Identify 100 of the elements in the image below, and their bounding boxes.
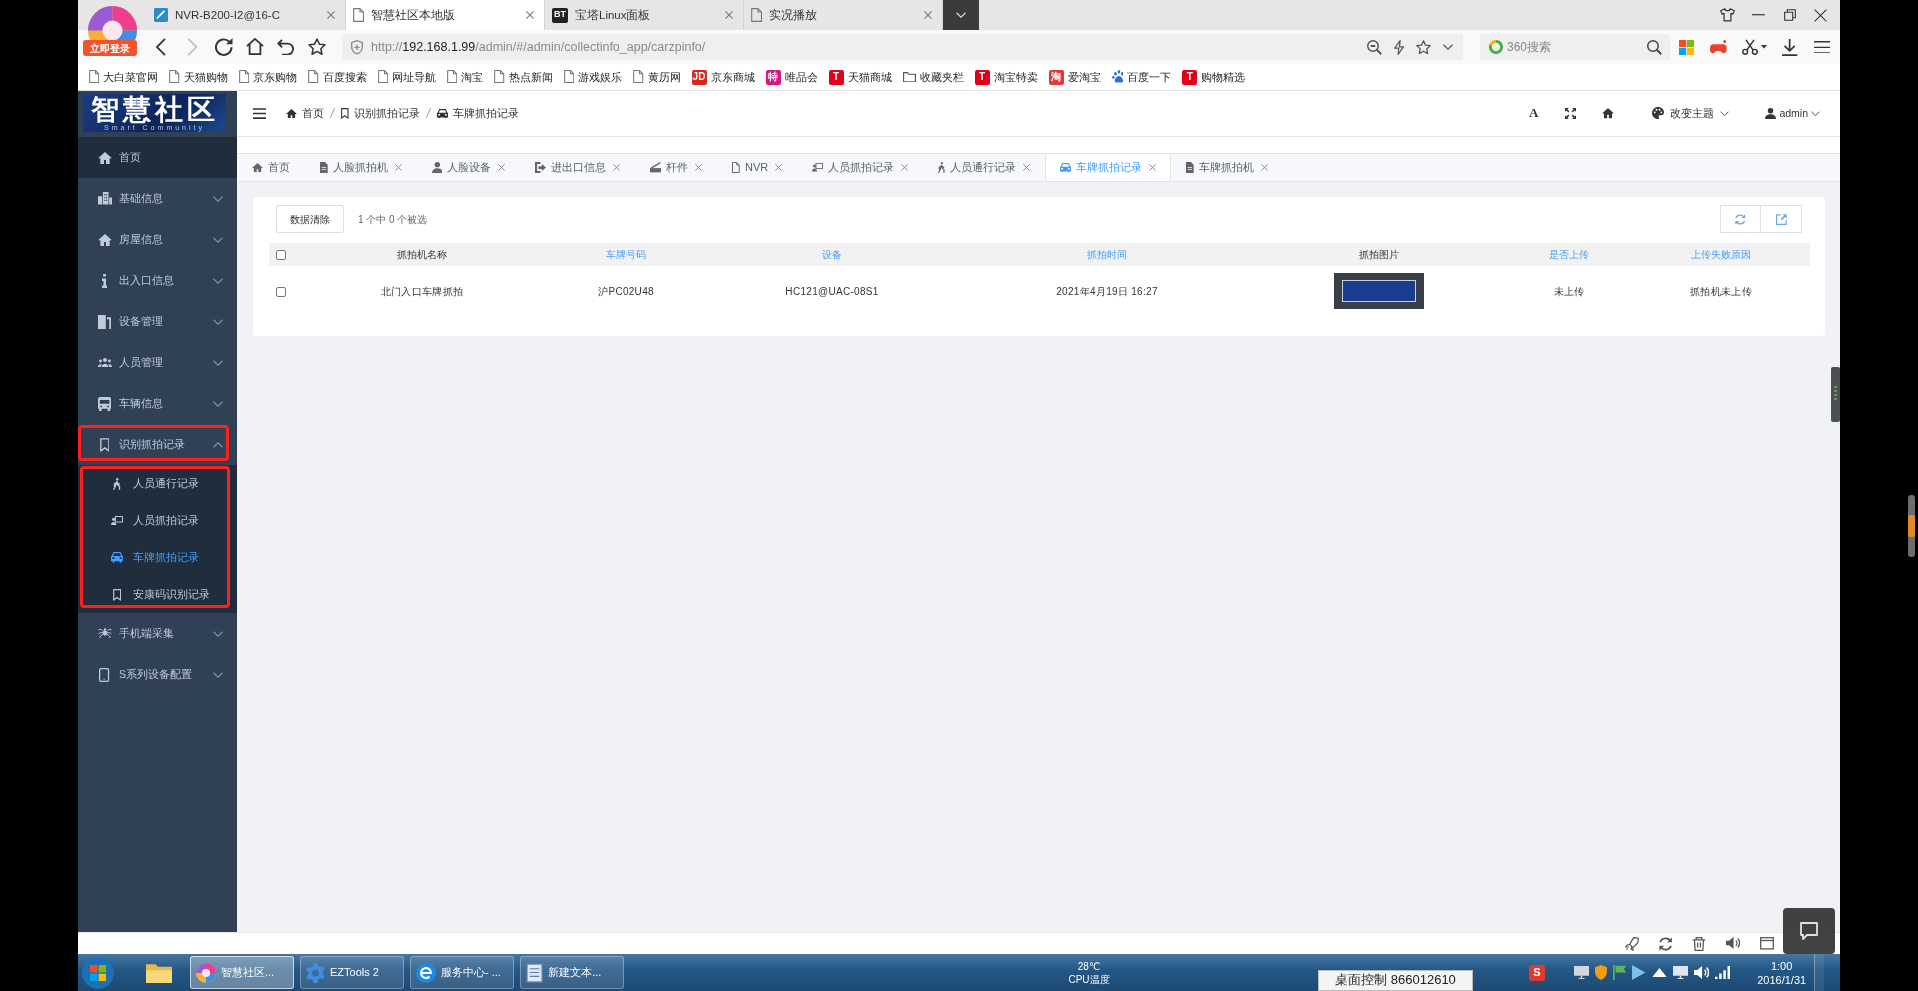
shirt-icon[interactable] <box>1720 8 1735 22</box>
sidebar-item[interactable]: 人员管理 <box>78 342 237 383</box>
speaker-icon[interactable] <box>1693 966 1709 979</box>
home-icon[interactable] <box>1602 108 1615 119</box>
submenu-item[interactable]: 人员抓拍记录 <box>78 502 237 539</box>
bookmark-link[interactable]: 黄历网 <box>633 69 681 85</box>
page-tab[interactable]: 人脸设备 <box>416 154 521 181</box>
page-tab[interactable]: 车牌抓拍机 <box>1171 154 1283 181</box>
scroll-handle-icon[interactable] <box>1908 495 1915 557</box>
page-tab[interactable]: 进出口信息 <box>520 154 636 181</box>
page-tab[interactable]: 人脸抓拍机 <box>305 154 417 181</box>
start-orb-icon[interactable] <box>82 956 114 989</box>
font-size-button[interactable]: A <box>1529 105 1539 122</box>
browser-tab[interactable]: 智慧社区本地版 <box>346 0 545 30</box>
sidebar-item[interactable]: 识别抓拍记录 <box>78 424 237 465</box>
four-squares-icon[interactable] <box>1678 39 1694 55</box>
bookmark-link[interactable]: T 天猫商城 <box>828 69 892 85</box>
submenu-item[interactable]: 人员通行记录 <box>78 465 237 502</box>
bookmark-link[interactable]: 游戏娱乐 <box>563 69 623 85</box>
star-icon[interactable] <box>1416 39 1431 55</box>
flag-icon[interactable] <box>1613 965 1627 980</box>
breadcrumb-link[interactable]: 首页 <box>286 106 324 121</box>
back-icon[interactable] <box>156 38 167 56</box>
bookmark-link[interactable]: 热点新闻 <box>494 69 553 85</box>
bookmark-link[interactable]: 淘 爱淘宝 <box>1048 69 1101 85</box>
shield-icon[interactable] <box>1595 965 1607 980</box>
speaker-icon[interactable] <box>1726 937 1740 950</box>
chevron-down-icon[interactable] <box>1443 44 1453 50</box>
close-icon[interactable] <box>1814 8 1827 22</box>
bookmark-link[interactable]: 百度搜索 <box>308 69 367 85</box>
bookmark-link[interactable]: T 淘宝特卖 <box>974 69 1038 85</box>
page-tab[interactable]: 首页 <box>237 154 305 181</box>
submenu-item[interactable]: 安康码识别记录 <box>78 576 237 613</box>
play-icon[interactable] <box>1632 965 1646 980</box>
scissors-icon[interactable] <box>1741 39 1758 55</box>
page-tab[interactable]: 杆件 <box>635 154 718 181</box>
bookmark-link[interactable]: 大白菜官网 <box>89 69 159 85</box>
bookmark-link[interactable]: 天猫购物 <box>169 69 228 85</box>
page-tab[interactable]: NVR <box>717 154 798 181</box>
sidebar-item[interactable]: 车辆信息 <box>78 383 237 424</box>
bookmark-link[interactable]: 淘宝 <box>446 69 484 85</box>
user-menu[interactable]: admin <box>1765 106 1820 121</box>
signal-bars-icon[interactable] <box>1714 965 1730 980</box>
search-icon[interactable] <box>1647 39 1662 55</box>
taskbar-button[interactable]: 服务中心- ... <box>410 956 514 989</box>
bookmark-link[interactable]: 京东购物 <box>238 69 298 85</box>
restore-icon[interactable] <box>1783 9 1796 21</box>
taskbar-button[interactable]: 新建文本... <box>520 956 624 989</box>
gamepad-icon[interactable] <box>1709 40 1727 54</box>
lightning-icon[interactable] <box>1393 39 1404 55</box>
sidebar-item[interactable]: 出入口信息 <box>78 260 237 301</box>
refresh-icon[interactable] <box>1658 936 1672 951</box>
bookmark-link[interactable]: 网址导航 <box>377 69 436 85</box>
sidebar-item[interactable]: S系列设备配置 <box>78 654 237 695</box>
window-icon[interactable] <box>1760 937 1774 950</box>
arrow-up-icon[interactable] <box>1651 967 1667 978</box>
star-icon[interactable] <box>307 38 326 56</box>
home-icon[interactable] <box>245 38 264 56</box>
download-icon[interactable] <box>1782 38 1798 56</box>
clear-data-button[interactable]: 数据清除 <box>276 205 344 233</box>
undo-icon[interactable] <box>277 38 294 56</box>
menu-icon[interactable] <box>253 107 266 119</box>
checkbox[interactable] <box>276 250 286 261</box>
minimize-icon[interactable] <box>1752 14 1765 16</box>
bookmark-link[interactable]: 收藏夹栏 <box>902 69 964 85</box>
search-field[interactable]: 360搜索 <box>1480 34 1670 60</box>
close-icon[interactable] <box>526 11 534 19</box>
theme-menu[interactable]: 改变主题 <box>1652 106 1730 121</box>
address-bar[interactable]: http://192.168.1.99/admin/#/admin/collectinfo_app/carzpinfo/ <box>342 34 1463 60</box>
sidebar-item[interactable]: 设备管理 <box>78 301 237 342</box>
page-tab[interactable]: 人员抓拍记录 <box>797 154 924 181</box>
sidebar-item[interactable]: 基础信息 <box>78 178 237 219</box>
taskbar-button[interactable]: 智慧社区... <box>190 956 294 989</box>
bookmark-link[interactable]: JD 京东商城 <box>691 69 755 85</box>
trash-icon[interactable] <box>1692 936 1706 951</box>
submenu-item[interactable]: 车牌抓拍记录 <box>78 539 237 576</box>
checkbox[interactable] <box>276 286 286 297</box>
chevron-down-icon <box>956 12 966 18</box>
login-button[interactable]: 立即登录 <box>83 40 137 56</box>
input-method-indicator[interactable]: S <box>1529 964 1545 981</box>
page-tab[interactable]: 人员通行记录 <box>923 154 1046 181</box>
fullscreen-icon[interactable] <box>1565 108 1577 119</box>
bookmark-link[interactable]: 特 唯品会 <box>765 69 818 85</box>
bookmark-link[interactable]: 百度一下 <box>1111 69 1172 85</box>
monitor-icon[interactable] <box>1672 965 1688 980</box>
edge-handle-icon[interactable] <box>1831 367 1840 422</box>
caret-icon[interactable] <box>1760 45 1767 49</box>
reload-icon[interactable] <box>214 38 233 56</box>
sidebar-item[interactable]: 房屋信息 <box>78 219 237 260</box>
monitor-icon[interactable] <box>1574 965 1589 980</box>
floating-panel-button[interactable] <box>1783 908 1835 954</box>
sidebar-item[interactable]: 首页 <box>78 137 237 178</box>
menu-icon[interactable] <box>1814 40 1830 54</box>
breadcrumb-link[interactable]: 识别抓拍记录 <box>341 106 420 121</box>
folder-icon[interactable] <box>146 961 172 984</box>
sidebar-item[interactable]: 手机端采集 <box>78 613 237 654</box>
bookmark-link[interactable]: T 购物精选 <box>1182 69 1246 85</box>
zoom-icon[interactable] <box>1366 39 1382 55</box>
taskbar-button[interactable]: EZTools 2 <box>300 956 404 989</box>
rocket-icon[interactable] <box>1624 936 1639 951</box>
